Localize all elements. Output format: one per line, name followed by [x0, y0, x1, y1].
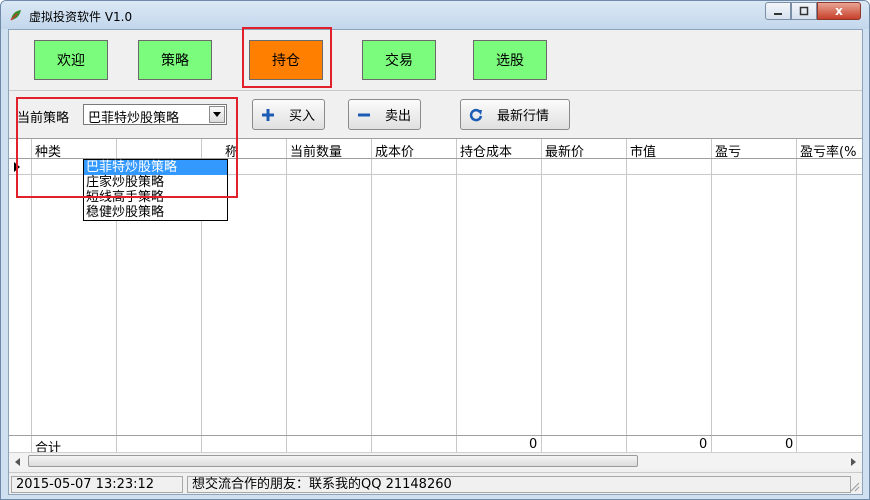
refresh-label: 最新行情 — [497, 109, 550, 124]
nav-welcome-button[interactable]: 欢迎 — [34, 40, 108, 80]
scroll-left-button[interactable] — [9, 453, 26, 470]
col-header-pnl[interactable]: 盈亏 — [715, 141, 741, 160]
grid-column — [287, 139, 372, 452]
buy-label: 买入 — [289, 109, 316, 124]
scroll-right-button[interactable] — [845, 453, 862, 470]
row-header-column — [9, 139, 32, 452]
strategy-option[interactable]: 庄家炒股策略 — [84, 175, 227, 190]
totals-pnl: 0 — [785, 437, 794, 452]
grid-column — [372, 436, 457, 452]
current-row-indicator-icon — [14, 162, 20, 172]
app-leaf-icon — [10, 10, 21, 21]
totals-market-value: 0 — [699, 437, 708, 452]
status-message: 想交流合作的朋友：联系我的QQ 21148260 — [187, 476, 851, 493]
grid-column — [712, 139, 797, 452]
window-title: 虚拟投资软件 V1.0 — [29, 10, 133, 24]
grid-column — [542, 436, 627, 452]
col-header-position-cost[interactable]: 持仓成本 — [460, 141, 512, 160]
scrollbar-thumb[interactable] — [28, 455, 638, 467]
grid-column — [117, 436, 202, 452]
grid-column — [542, 139, 627, 452]
col-header-cost-price[interactable]: 成本价 — [375, 141, 414, 160]
maximize-button[interactable] — [791, 2, 817, 20]
app-window: 虚拟投资软件 V1.0 x 欢迎 策略 持仓 交易 选股 当前策略 巴菲特炒股策… — [0, 0, 870, 500]
col-header-type[interactable]: 种类 — [35, 141, 61, 160]
strategy-option[interactable]: 短线高手策略 — [84, 190, 227, 205]
status-datetime: 2015-05-07 13:23:12 — [11, 476, 183, 493]
col-header-market-value[interactable]: 市值 — [630, 141, 656, 160]
nav-holdings-button[interactable]: 持仓 — [249, 40, 323, 80]
minimize-icon — [774, 13, 782, 15]
maximize-icon — [799, 6, 809, 16]
nav-bar: 欢迎 策略 持仓 交易 选股 — [9, 27, 862, 88]
grid-column — [457, 139, 542, 452]
nav-trade-button[interactable]: 交易 — [362, 40, 436, 80]
strategy-select[interactable]: 巴菲特炒股策略 — [83, 104, 227, 126]
client-area: 欢迎 策略 持仓 交易 选股 当前策略 巴菲特炒股策略 买入 卖出 最新行情 种… — [8, 27, 863, 495]
status-bar: 2015-05-07 13:23:12 想交流合作的朋友：联系我的QQ 2114… — [9, 472, 862, 494]
sell-button[interactable]: 卖出 — [348, 99, 421, 130]
grid-column — [627, 139, 712, 452]
strategy-option[interactable]: 巴菲特炒股策略 — [84, 160, 227, 175]
col-header-latest-price[interactable]: 最新价 — [545, 141, 584, 160]
close-button[interactable]: x — [817, 2, 861, 20]
grid-column — [287, 436, 372, 452]
grid-column — [9, 436, 32, 452]
toolbar: 当前策略 巴菲特炒股策略 买入 卖出 最新行情 — [9, 90, 862, 140]
col-header-pnl-rate[interactable]: 盈亏率(% — [800, 141, 862, 160]
grid-column — [202, 436, 287, 452]
col-header-name[interactable]: 称 — [225, 141, 238, 160]
resize-grip-icon[interactable] — [850, 482, 860, 492]
strategy-option[interactable]: 稳健炒股策略 — [84, 205, 227, 220]
chevron-right-icon — [851, 457, 856, 466]
chevron-left-icon — [15, 457, 20, 466]
col-header-quantity[interactable]: 当前数量 — [290, 141, 342, 160]
strategy-label: 当前策略 — [17, 111, 70, 126]
totals-position-cost: 0 — [529, 437, 538, 452]
buy-button[interactable]: 买入 — [252, 99, 325, 130]
minimize-button[interactable] — [765, 2, 791, 20]
horizontal-scrollbar[interactable] — [9, 452, 862, 469]
plus-icon — [261, 108, 275, 122]
refresh-icon — [469, 108, 483, 122]
grid-column — [372, 139, 457, 452]
totals-row: 合计 0 0 0 — [9, 435, 862, 456]
title-bar[interactable]: 虚拟投资软件 V1.0 x — [1, 1, 869, 29]
strategy-select-value: 巴菲特炒股策略 — [88, 111, 180, 126]
refresh-quotes-button[interactable]: 最新行情 — [460, 99, 570, 130]
nav-strategy-button[interactable]: 策略 — [138, 40, 212, 80]
strategy-dropdown-list[interactable]: 巴菲特炒股策略 庄家炒股策略 短线高手策略 稳健炒股策略 — [83, 159, 228, 221]
minus-icon — [357, 108, 371, 122]
chevron-down-icon — [213, 112, 221, 117]
grid-header: 种类 称 当前数量 成本价 持仓成本 最新价 市值 盈亏 盈亏率(% — [9, 139, 862, 160]
dropdown-arrow-button[interactable] — [209, 106, 225, 123]
grid-column — [797, 139, 862, 452]
nav-stock-picker-button[interactable]: 选股 — [473, 40, 547, 80]
sell-label: 卖出 — [385, 109, 412, 124]
